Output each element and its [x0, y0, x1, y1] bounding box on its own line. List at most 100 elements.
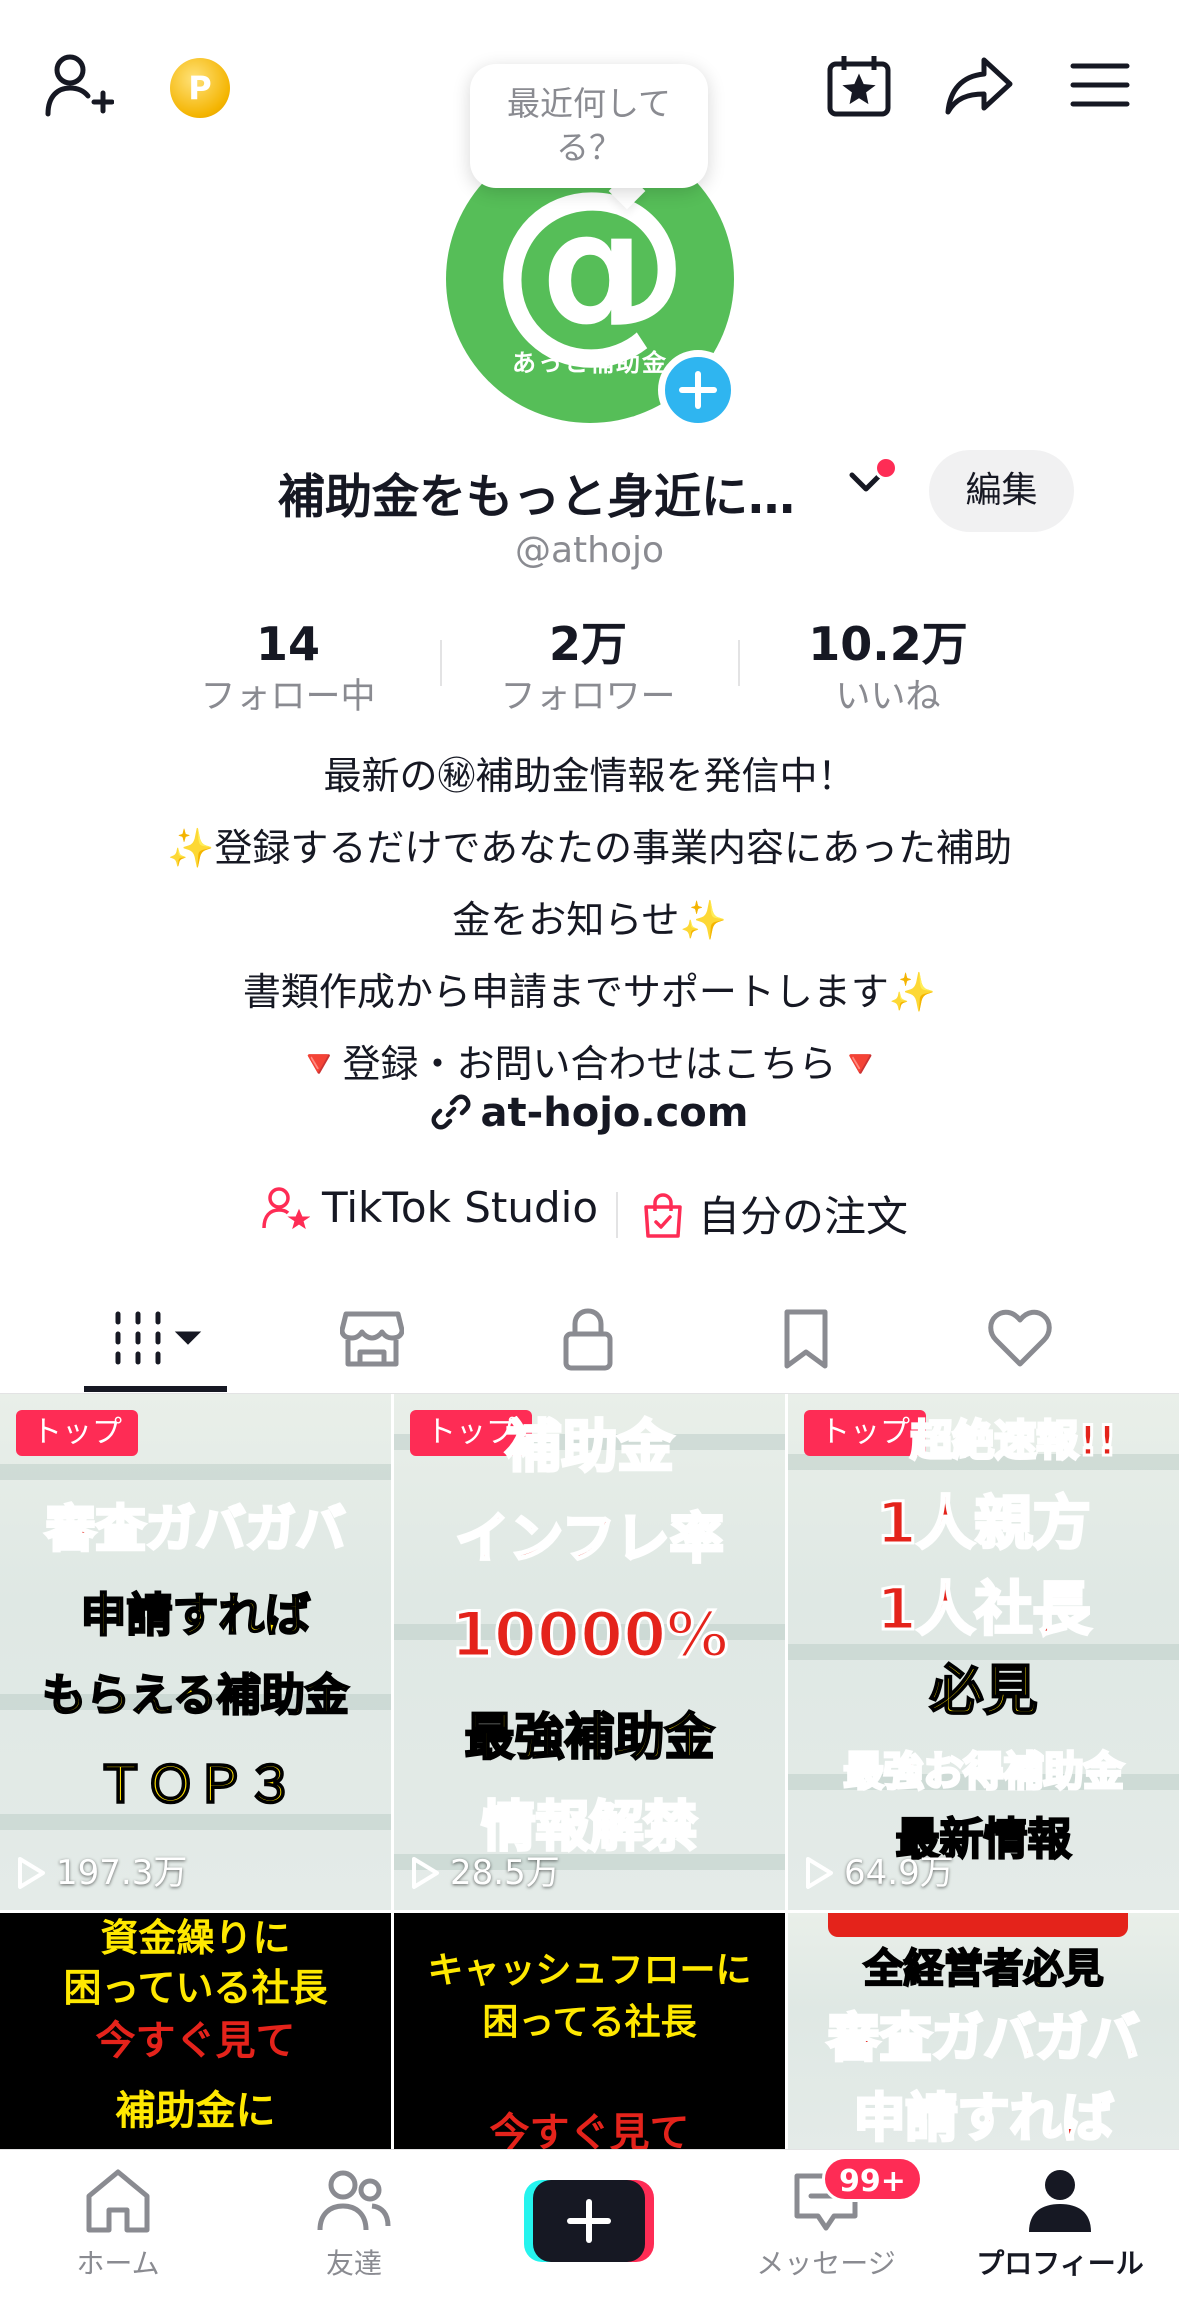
video-grid: トップ 審査ガバガバ 申請すれば もらえる補助金 ＴＯＰ３ 197.3万 トップ…	[0, 1394, 1179, 2149]
background-texture	[0, 1464, 391, 1480]
top-badge: トップ	[16, 1410, 138, 1456]
tab-liked[interactable]	[944, 1290, 1179, 1394]
profile-tabs	[0, 1290, 1179, 1394]
add-friend-icon[interactable]	[44, 52, 114, 118]
video-caption: 1人社長	[875, 1575, 1092, 1643]
video-caption: 10000%	[449, 1598, 730, 1671]
tiktok-studio-button[interactable]: TikTok Studio	[262, 1183, 598, 1232]
stat-following-label: フォロー中	[200, 677, 376, 717]
video-caption: ＴＯＰ３	[95, 1756, 297, 1814]
background-texture	[0, 1814, 391, 1830]
stat-following[interactable]: 14 フォロー中	[168, 616, 408, 722]
menu-icon[interactable]	[1070, 62, 1130, 108]
notification-dot	[874, 456, 898, 480]
nav-friends-label: 友達	[325, 2247, 382, 2280]
status-bubble[interactable]: 最近何して る？	[470, 64, 708, 188]
tiktok-studio-label: TikTok Studio	[322, 1183, 599, 1232]
avatar-logo: @	[490, 148, 690, 381]
stat-following-value: 14	[255, 617, 320, 671]
video-tile[interactable]: トップ 審査ガバガバ 申請すれば もらえる補助金 ＴＯＰ３ 197.3万	[0, 1394, 391, 1910]
shopping-bag-icon	[644, 1193, 682, 1238]
view-count-value: 197.3万	[56, 1853, 188, 1893]
background-texture	[788, 1644, 1179, 1660]
plus-icon	[679, 371, 717, 409]
bio-line: 書類作成から申請までサポートします✨	[242, 970, 937, 1014]
video-tile[interactable]: キャッシュフローに 困ってる社長 今すぐ見て	[394, 1913, 785, 2149]
video-caption: 1人親方	[875, 1489, 1092, 1557]
video-caption: 困っている社長	[63, 1966, 328, 2010]
video-tile[interactable]: トップ 補助金 インフレ率 10000% 最強補助金 情報解禁 28.5万	[394, 1394, 785, 1910]
link-icon	[431, 1094, 471, 1130]
edit-profile-button[interactable]: 編集	[929, 450, 1074, 532]
action-divider	[616, 1192, 618, 1238]
nav-inbox-label: メッセージ	[756, 2247, 896, 2280]
video-caption: 今すぐ見て	[95, 2018, 296, 2064]
tab-videos[interactable]	[0, 1290, 236, 1394]
nav-profile-label: プロフィール	[976, 2247, 1144, 2280]
profile-link[interactable]: at-hojo.com	[0, 1090, 1179, 1136]
view-count: 64.9万	[804, 1845, 954, 1894]
bottom-nav: ホーム 友達 メッセージ 99+ プロフィール	[0, 2149, 1179, 2309]
stat-followers-value: 2万	[548, 617, 627, 671]
home-icon	[86, 2169, 150, 2233]
friends-icon	[317, 2170, 391, 2231]
video-caption: 最強補助金	[464, 1708, 716, 1766]
create-button[interactable]	[524, 2180, 654, 2262]
play-icon	[412, 1857, 439, 1889]
stat-divider	[440, 640, 442, 686]
video-tile[interactable]: トップ 超絶速報!! 1人親方 1人社長 必見 最強お得補助金 最新情報 64.…	[788, 1394, 1179, 1910]
shop-icon	[340, 1311, 404, 1367]
video-tile[interactable]: 全経営者必見 審査ガバガバ 申請すれば	[788, 1913, 1179, 2149]
video-caption: 申請すれば	[852, 2089, 1115, 2149]
stat-divider	[738, 640, 740, 686]
add-avatar-button[interactable]	[658, 350, 738, 430]
video-caption: 必見	[929, 1659, 1039, 1722]
video-caption: 補助金	[504, 1415, 675, 1480]
videos-grid-icon	[115, 1311, 202, 1365]
profile-icon	[1029, 2170, 1091, 2232]
tab-private[interactable]	[472, 1290, 708, 1394]
bio: 最新の㊙補助金情報を発信中！ ✨登録するだけであなたの事業内容にあった補助 金を…	[0, 740, 1179, 1100]
stat-followers-label: フォロワー	[500, 677, 676, 717]
video-caption: 最強お得補助金	[842, 1749, 1125, 1795]
nav-friends[interactable]: 友達	[254, 2168, 454, 2282]
video-caption: キャッシュフローに	[427, 1950, 752, 1991]
tab-shop[interactable]	[236, 1290, 472, 1394]
status-prompt: 最近何して る？	[506, 84, 671, 167]
video-caption: 全経営者必見	[863, 1946, 1105, 1992]
tab-saved[interactable]	[708, 1290, 944, 1394]
username: @athojo	[514, 530, 665, 571]
banner-strip	[828, 1913, 1128, 1937]
play-icon	[806, 1857, 833, 1889]
share-icon[interactable]	[944, 56, 1014, 116]
video-caption: もらえる補助金	[41, 1670, 350, 1721]
video-caption: 審査ガバガバ	[826, 2009, 1141, 2069]
video-caption: 申請すれば	[80, 1588, 312, 1642]
view-count: 28.5万	[410, 1845, 560, 1894]
stat-followers[interactable]: 2万 フォロワー	[468, 616, 708, 722]
video-caption: 資金繰りに	[100, 1916, 291, 1960]
coins-icon[interactable]: P	[170, 58, 230, 118]
nav-home-label: ホーム	[76, 2247, 160, 2280]
stat-likes-value: 10.2万	[808, 617, 968, 671]
video-caption: 審査ガバガバ	[44, 1500, 347, 1558]
lock-icon	[563, 1308, 613, 1371]
view-count: 197.3万	[16, 1845, 187, 1894]
bio-line: 最新の㊙補助金情報を発信中！	[323, 754, 856, 798]
my-orders-label: 自分の注文	[698, 1192, 909, 1241]
profile-link-text: at-hojo.com	[480, 1090, 749, 1136]
video-caption: 超絶速報!!	[909, 1416, 1118, 1465]
calendar-star-icon[interactable]	[826, 54, 892, 118]
nav-home[interactable]: ホーム	[18, 2168, 218, 2282]
play-icon	[18, 1857, 45, 1889]
video-caption: 補助金に	[115, 2088, 276, 2134]
display-name[interactable]: 補助金をもっと身近に…	[278, 458, 795, 527]
bookmark-icon	[784, 1309, 828, 1369]
video-tile[interactable]: 資金繰りに 困っている社長 今すぐ見て 補助金に	[0, 1913, 391, 2149]
bio-line: ✨登録するだけであなたの事業内容にあった補助	[167, 826, 1012, 870]
view-count-value: 28.5万	[450, 1853, 560, 1893]
stat-likes[interactable]: 10.2万 いいね	[768, 616, 1008, 722]
stat-likes-label: いいね	[835, 677, 941, 717]
nav-profile[interactable]: プロフィール	[960, 2168, 1160, 2282]
my-orders-button[interactable]: 自分の注文	[642, 1183, 908, 1244]
